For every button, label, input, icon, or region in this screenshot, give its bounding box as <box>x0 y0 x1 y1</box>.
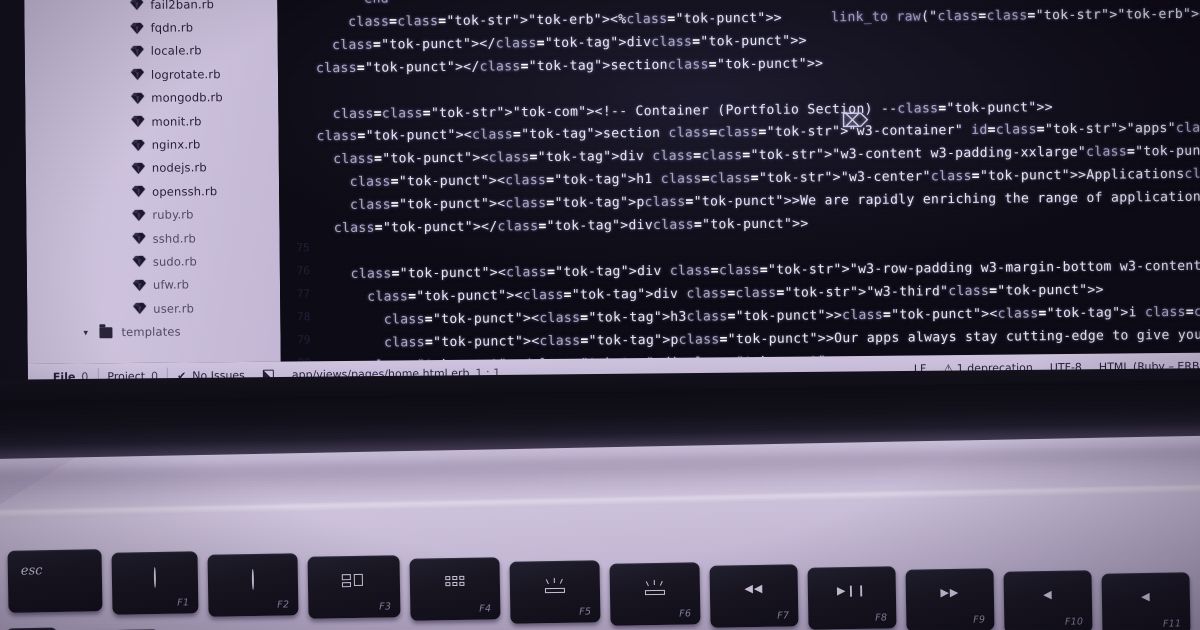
ruby-gem-icon <box>130 45 144 57</box>
key-fn-label: F11 <box>1162 618 1182 630</box>
file-tree-item[interactable]: ▾ templates <box>27 319 280 345</box>
key-f3[interactable]: F3 <box>307 555 401 620</box>
key-fn-label: F1 <box>177 597 190 609</box>
key-f5[interactable]: F5 <box>509 559 601 624</box>
key-f2[interactable]: F2 <box>207 553 299 617</box>
file-tree-item[interactable]: openssh.rb <box>26 179 279 205</box>
key-fn-label: F8 <box>875 612 888 624</box>
file-tree-item[interactable]: sudo.rb <box>27 249 280 275</box>
file-tree-item-label: ruby.rb <box>152 207 194 223</box>
play-pause-icon: ▶❙❙ <box>836 583 867 598</box>
brightness-down-icon <box>153 567 157 589</box>
chevron-down-icon[interactable]: ▾ <box>83 328 91 338</box>
file-tree-item-label: monit.rb <box>151 113 202 129</box>
file-tree-item[interactable]: ufw.rb <box>27 272 280 298</box>
key-f1[interactable]: F1 <box>111 551 199 615</box>
file-tree-item-label: sshd.rb <box>152 230 196 246</box>
mute-icon: ◀ <box>1043 587 1053 602</box>
ruby-gem-icon <box>131 162 145 174</box>
ruby-gem-icon <box>133 303 147 315</box>
brightness-up-icon <box>251 569 255 591</box>
key-f7[interactable]: ◀◀ F7 <box>709 563 799 628</box>
ruby-gem-icon <box>132 186 146 198</box>
file-tree-item-label: openssh.rb <box>152 183 218 199</box>
line-number-gutter: 757677787980 <box>277 0 317 361</box>
ruby-gem-icon <box>131 139 145 151</box>
ruby-gem-icon <box>132 256 146 268</box>
ruby-gem-icon <box>131 92 145 104</box>
file-tree-item[interactable]: logrotate.rb <box>25 62 278 88</box>
key-f4[interactable]: F4 <box>409 557 501 622</box>
key-f11[interactable]: ◀ F11 <box>1101 572 1191 630</box>
launchpad-icon <box>445 576 465 587</box>
keyboard-backlight-up-icon <box>644 579 666 595</box>
file-tree-item[interactable]: ruby.rb <box>26 202 279 228</box>
ruby-gem-icon <box>130 69 144 81</box>
key-fn-label: F3 <box>379 601 392 613</box>
file-tree-item[interactable]: nodejs.rb <box>26 155 279 181</box>
ruby-gem-icon <box>132 279 146 291</box>
key-esc-label: esc <box>20 563 43 579</box>
mission-control-icon <box>341 574 366 589</box>
folder-icon <box>99 326 113 338</box>
file-tree-item-label: ufw.rb <box>152 277 190 293</box>
ruby-gem-icon <box>132 209 146 221</box>
key-f10[interactable]: ◀ F10 <box>1003 570 1093 630</box>
editor-screen: fail2ban.rb fqdn.rb locale.rb logrotate.rb m… <box>24 0 1200 390</box>
ruby-gem-icon <box>130 0 144 11</box>
file-tree-item[interactable]: locale.rb <box>25 38 278 64</box>
rewind-icon: ◀◀ <box>744 581 764 595</box>
key-fn-label: F4 <box>479 603 492 615</box>
key-fn-label: F5 <box>579 605 592 618</box>
file-tree-item-label: nginx.rb <box>151 137 201 152</box>
line-number: 77 <box>296 287 311 301</box>
line-number: 79 <box>297 332 311 347</box>
keyboard[interactable]: esc F1 F2 F3 F4 F5 F6 ◀◀ F7 ▶❙❙ F8 ▶▶ F9 ◀ F10 ◀ F11 <box>0 540 1200 630</box>
key-fn-label: F9 <box>973 614 986 626</box>
file-tree-item-label: templates <box>121 324 181 340</box>
ruby-gem-icon <box>130 22 144 34</box>
line-number: 78 <box>296 309 311 324</box>
file-tree-item-label: locale.rb <box>150 43 202 59</box>
file-tree-item-label: mongodb.rb <box>151 90 223 106</box>
key-f6[interactable]: F6 <box>609 561 701 626</box>
line-number: 76 <box>296 264 310 278</box>
file-tree-item-label: fail2ban.rb <box>150 0 215 12</box>
key-fn-label: F7 <box>777 610 790 622</box>
key-f8[interactable]: ▶❙❙ F8 <box>807 566 897 630</box>
file-tree-item-label: user.rb <box>153 301 195 316</box>
file-tree-item-label: logrotate.rb <box>150 66 221 82</box>
file-tree-item[interactable]: fqdn.rb <box>24 15 277 41</box>
code-editor-pane[interactable]: 757677787980 end class=class="tok-str">"… <box>277 0 1200 362</box>
ruby-gem-icon <box>132 232 146 245</box>
key-fn-label: F2 <box>277 599 290 611</box>
key-f9[interactable]: ▶▶ F9 <box>905 568 995 630</box>
file-tree-item[interactable]: user.rb <box>27 296 280 322</box>
text-cursor-icon: ⌦ <box>841 109 869 133</box>
source-code[interactable]: end class=class="tok-str">"tok-erb"><%cl… <box>315 0 1200 362</box>
ruby-gem-icon <box>131 116 145 128</box>
key-fn-label: F10 <box>1064 616 1084 628</box>
file-tree-list[interactable]: fail2ban.rb fqdn.rb locale.rb logrotate.rb m… <box>24 0 280 345</box>
file-tree-item[interactable]: nginx.rb <box>26 132 279 158</box>
file-tree-item-label: fqdn.rb <box>150 20 194 35</box>
fast-forward-icon: ▶▶ <box>940 585 960 600</box>
file-tree-item-label: nodejs.rb <box>151 160 207 176</box>
file-tree-item[interactable]: monit.rb <box>25 109 278 135</box>
photo-scene: fail2ban.rb fqdn.rb locale.rb logrotate.rb m… <box>0 0 1200 630</box>
file-tree-item-label: sudo.rb <box>152 254 197 269</box>
keyboard-backlight-down-icon <box>544 577 566 593</box>
line-number: 75 <box>296 241 310 255</box>
file-tree-item[interactable]: sshd.rb <box>26 225 279 251</box>
file-tree-item[interactable]: mongodb.rb <box>25 85 278 111</box>
key-esc[interactable]: esc <box>7 549 103 613</box>
volume-down-icon: ◀ <box>1141 590 1151 604</box>
file-tree-sidebar[interactable]: fail2ban.rb fqdn.rb locale.rb logrotate.rb m… <box>24 0 281 365</box>
key-fn-label: F6 <box>679 607 692 620</box>
